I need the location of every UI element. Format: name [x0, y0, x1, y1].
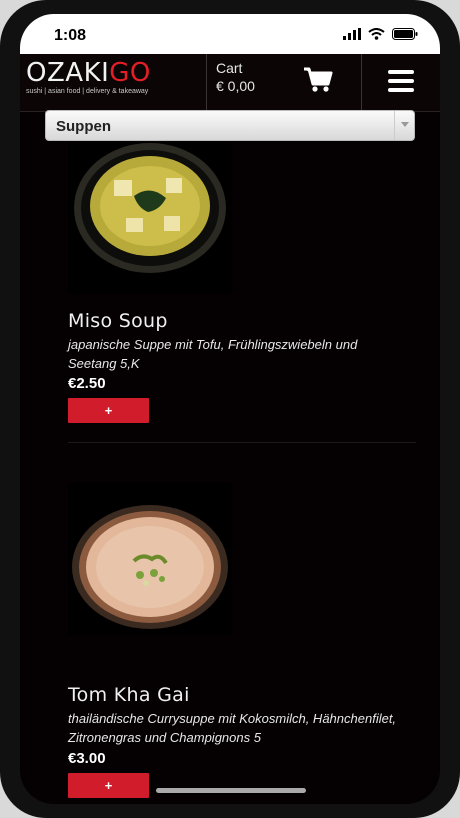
signal-icon	[343, 28, 361, 40]
header-divider	[361, 54, 362, 112]
app-screen: 1:08 OZAKIGO sushi | asian food | delive…	[20, 14, 440, 804]
logo-text: OZAKIGO	[26, 58, 151, 88]
status-icons	[343, 28, 418, 40]
add-to-cart-button[interactable]: +	[68, 398, 149, 423]
header-divider	[206, 54, 207, 112]
phone-frame: 1:08 OZAKIGO sushi | asian food | delive…	[0, 0, 460, 818]
add-to-cart-button[interactable]: +	[68, 773, 149, 798]
cart-total: € 0,00	[216, 78, 255, 94]
wifi-icon	[368, 28, 385, 40]
category-select[interactable]: Suppen	[45, 110, 415, 141]
product-description: thailändische Currysuppe mit Kokosmilch,…	[68, 711, 397, 745]
product-description: japanische Suppe mit Tofu, Frühlingszwie…	[68, 337, 358, 371]
product-name: Tom Kha Gai	[68, 684, 190, 706]
tom-kha-gai-image[interactable]	[68, 483, 232, 635]
brand-logo[interactable]: OZAKIGO sushi | asian food | delivery & …	[26, 59, 206, 103]
hamburger-menu-icon[interactable]	[388, 70, 414, 92]
home-indicator[interactable]	[156, 788, 306, 793]
cart-icon[interactable]	[303, 67, 333, 93]
app-header: OZAKIGO sushi | asian food | delivery & …	[20, 54, 440, 112]
logo-tagline: sushi | asian food | delivery & takeaway	[26, 88, 149, 95]
divider	[68, 442, 416, 443]
chevron-down-icon	[394, 111, 414, 140]
cart-label: Cart	[216, 60, 243, 76]
product-price: €2.50	[68, 375, 106, 392]
status-time: 1:08	[54, 27, 87, 44]
status-bar: 1:08	[20, 14, 440, 54]
product-name: Miso Soup	[68, 310, 168, 332]
product-price: €3.00	[68, 750, 106, 767]
miso-soup-image[interactable]	[68, 142, 232, 294]
battery-icon	[392, 28, 418, 40]
category-select-value: Suppen	[56, 118, 111, 135]
